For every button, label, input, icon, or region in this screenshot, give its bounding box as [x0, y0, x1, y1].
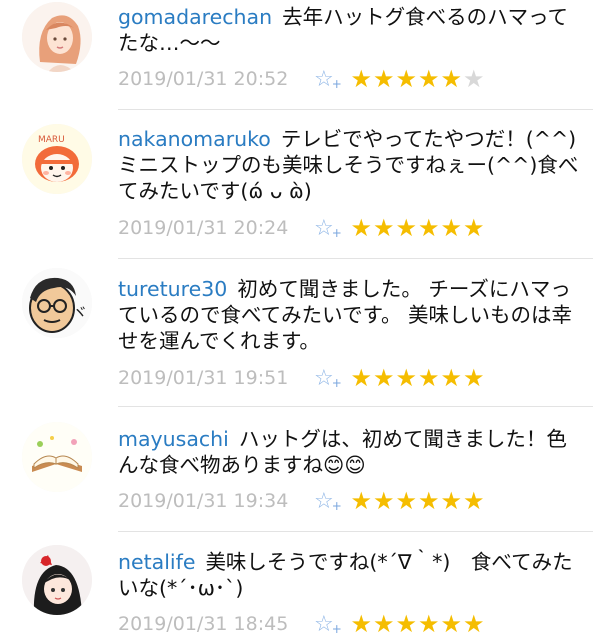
avatar-image: ヾ — [22, 268, 92, 338]
star-icon: ★ — [440, 487, 462, 515]
username-link[interactable]: nakanomaruko — [118, 127, 271, 151]
star-icon: ★ — [417, 364, 440, 392]
avatar-netalife[interactable] — [22, 545, 92, 615]
star-icon: ★ — [417, 65, 440, 93]
comment-text: tureture30 初めて聞きました。 チーズにハマっているので食べてみたいです… — [118, 276, 583, 354]
star-icon: ★ — [462, 487, 485, 515]
star-icon: ★ — [462, 214, 485, 242]
star-icon: ★ — [440, 364, 462, 392]
comment-timestamp: 2019/01/31 19:34 — [118, 490, 289, 512]
comment-list: gomadarechan 去年ハットグ食べるのハマってたな…〜〜 2019/01/… — [0, 0, 593, 640]
star-icon: ★ — [440, 65, 462, 93]
star-icon: ★ — [350, 610, 372, 638]
username-link[interactable]: netalife — [118, 550, 195, 574]
avatar-tureture30[interactable]: ヾ — [22, 268, 92, 338]
star-icon: ★ — [350, 487, 372, 515]
username-link[interactable]: gomadarechan — [118, 5, 272, 29]
comment-timestamp: 2019/01/31 19:51 — [118, 367, 289, 389]
star-icon: ★ — [462, 610, 485, 638]
star-icon: ★ — [395, 610, 417, 638]
star-icon: ★ — [372, 214, 395, 242]
star-rating: ★ ★ ★ ★ ★ ★ — [350, 366, 485, 390]
star-rating: ★ ★ ★ ★ ★ ★ — [350, 489, 485, 513]
comment-text: netalife 美味しそうですね(*´∇｀*) 食べてみたいな(*´･ω･`) — [118, 549, 583, 601]
comment-timestamp: 2019/01/31 20:24 — [118, 217, 289, 239]
add-star-icon[interactable]: ☆ + — [314, 67, 350, 92]
svg-text:ヾ: ヾ — [72, 303, 88, 322]
divider — [118, 531, 593, 532]
star-empty-icon: ★ — [462, 65, 485, 93]
star-icon: ★ — [440, 610, 462, 638]
star-icon: ★ — [350, 364, 372, 392]
star-icon: ★ — [440, 214, 462, 242]
svg-text:MARU: MARU — [38, 135, 65, 145]
star-icon: ★ — [395, 487, 417, 515]
avatar-image — [22, 422, 92, 492]
divider — [118, 406, 593, 407]
username-link[interactable]: mayusachi — [118, 427, 229, 451]
star-icon: ★ — [372, 487, 395, 515]
star-rating: ★ ★ ★ ★ ★ ★ — [350, 67, 485, 91]
avatar-nakanomaruko[interactable]: MARU — [22, 124, 92, 194]
star-icon: ★ — [417, 487, 440, 515]
add-star-icon[interactable]: ☆ + — [314, 489, 350, 514]
star-icon: ★ — [372, 364, 395, 392]
avatar-image — [22, 545, 92, 615]
star-icon: ★ — [395, 364, 417, 392]
star-icon: ★ — [372, 65, 395, 93]
divider — [118, 109, 593, 110]
star-icon: ★ — [395, 65, 417, 93]
comment-timestamp: 2019/01/31 18:45 — [118, 613, 289, 635]
star-icon: ★ — [350, 65, 372, 93]
star-icon: ★ — [417, 610, 440, 638]
add-star-icon[interactable]: ☆ + — [314, 216, 350, 241]
star-icon: ★ — [417, 214, 440, 242]
avatar-image — [22, 2, 92, 72]
add-star-icon[interactable]: ☆ + — [314, 612, 350, 637]
comment-timestamp: 2019/01/31 20:52 — [118, 68, 289, 90]
avatar-gomadarechan[interactable] — [22, 2, 92, 72]
comment-text: mayusachi ハットグは、初めて聞きました！色んな食べ物ありますね😊😊 — [118, 426, 583, 478]
star-icon: ★ — [350, 214, 372, 242]
add-star-icon[interactable]: ☆ + — [314, 366, 350, 391]
comment-text: gomadarechan 去年ハットグ食べるのハマってたな…〜〜 — [118, 4, 583, 56]
star-rating: ★ ★ ★ ★ ★ ★ — [350, 612, 485, 636]
star-icon: ★ — [395, 214, 417, 242]
divider — [118, 258, 593, 259]
star-rating: ★ ★ ★ ★ ★ ★ — [350, 216, 485, 240]
comment-text: nakanomaruko テレビでやってたやつだ！(^^)ミニストップのも美味しそ… — [118, 126, 583, 204]
star-icon: ★ — [462, 364, 485, 392]
star-icon: ★ — [372, 610, 395, 638]
avatar-image: MARU — [22, 124, 92, 194]
avatar-mayusachi[interactable] — [22, 422, 92, 492]
username-link[interactable]: tureture30 — [118, 277, 227, 301]
